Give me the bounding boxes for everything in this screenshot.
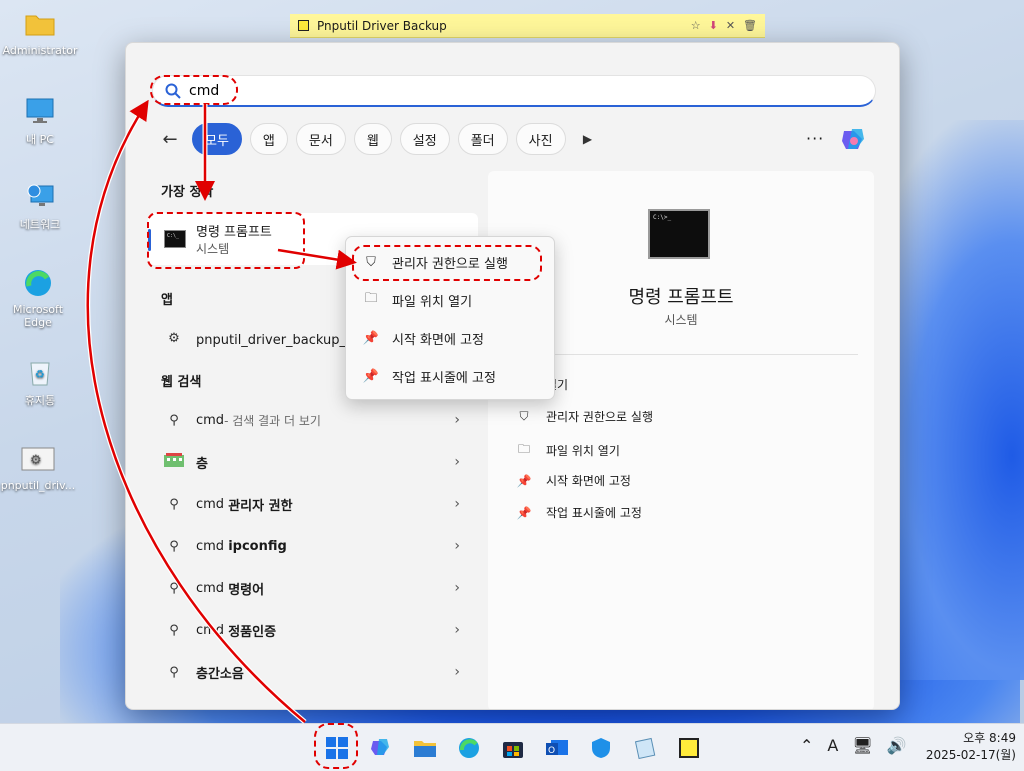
annotation-arrows — [85, 99, 357, 724]
